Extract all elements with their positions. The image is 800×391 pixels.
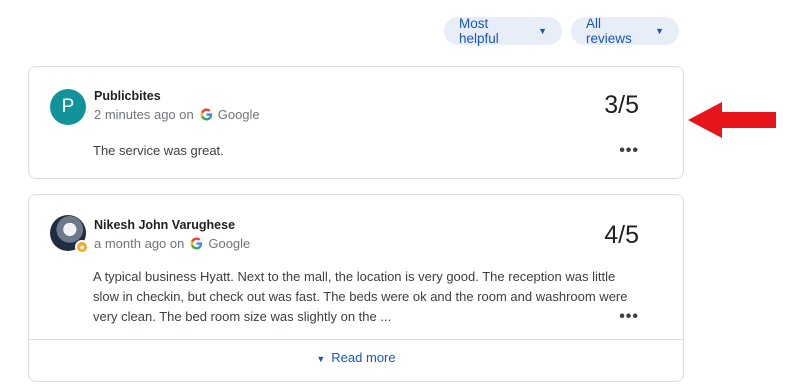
sort-dropdown[interactable]: Most helpful ▼ <box>444 16 562 46</box>
review-meta: a month ago on Google <box>94 236 250 251</box>
review-text: A typical business Hyatt. Next to the ma… <box>93 269 628 324</box>
review-meta: 2 minutes ago on Google <box>94 107 260 122</box>
review-source: Google <box>217 107 260 122</box>
divider <box>29 339 683 340</box>
google-g-icon <box>200 108 212 121</box>
avatar[interactable]: P <box>50 89 86 125</box>
avatar[interactable]: ★ <box>50 215 89 254</box>
review-card: P Publicbites 2 minutes ago on Google 3/… <box>28 66 684 179</box>
more-horiz-icon[interactable]: ••• <box>619 143 639 159</box>
review-text: The service was great. <box>93 143 224 158</box>
sort-label: Most helpful <box>459 16 499 46</box>
local-guide-badge-icon: ★ <box>75 240 89 254</box>
review-card: ★ Nikesh John Varughese a month ago on G… <box>28 194 684 382</box>
caret-down-icon: ▼ <box>655 26 664 36</box>
review-filters: Most helpful ▼ All reviews ▼ <box>444 16 679 46</box>
review-author[interactable]: Publicbites <box>94 89 161 103</box>
avatar-letter: P <box>61 96 75 117</box>
more-horiz-icon[interactable]: ••• <box>619 309 639 325</box>
caret-down-icon: ▼ <box>538 26 547 36</box>
filter-label: All reviews <box>586 16 632 46</box>
review-source: Google <box>208 236 251 251</box>
google-g-icon <box>190 237 203 250</box>
review-rating: 3/5 <box>604 91 639 119</box>
filter-dropdown[interactable]: All reviews ▼ <box>571 16 679 46</box>
read-more-button[interactable]: ▼ Read more <box>29 350 683 365</box>
review-rating: 4/5 <box>604 221 639 249</box>
red-arrow-icon <box>688 102 776 138</box>
caret-down-icon: ▼ <box>316 354 326 364</box>
review-time: 2 minutes ago on <box>94 107 194 122</box>
read-more-label: Read more <box>331 350 396 365</box>
review-author[interactable]: Nikesh John Varughese <box>94 218 235 232</box>
review-time: a month ago on <box>94 236 185 251</box>
